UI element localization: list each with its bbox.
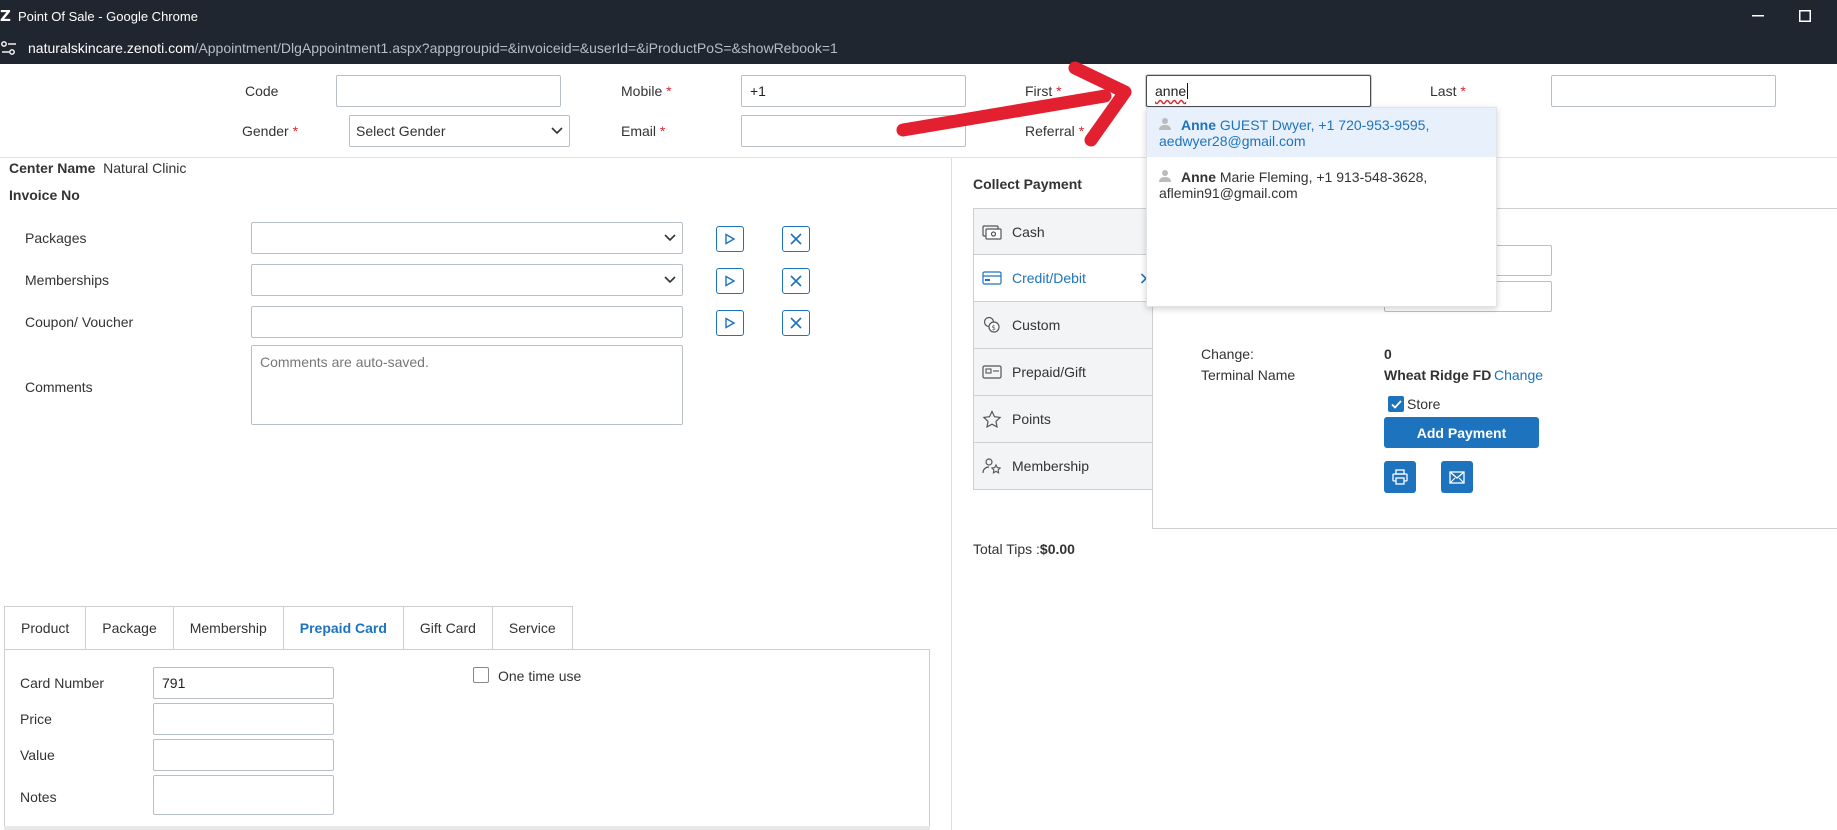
- price-label: Price: [20, 711, 52, 727]
- total-tips: Total Tips :$0.00: [973, 541, 1075, 557]
- coupon-input[interactable]: [251, 306, 683, 338]
- payment-method-credit-debit[interactable]: Credit/Debit: [973, 255, 1153, 302]
- comments-textarea[interactable]: [251, 345, 683, 425]
- check-icon: [1390, 399, 1402, 409]
- last-name-label: Last *: [1430, 83, 1466, 99]
- payment-method-prepaid-gift[interactable]: Prepaid/Gift: [973, 349, 1153, 396]
- email-input[interactable]: [741, 115, 966, 147]
- value-label: Value: [20, 747, 55, 763]
- print-button[interactable]: [1384, 461, 1416, 493]
- tab-prepaid-card[interactable]: Prepaid Card: [282, 606, 403, 650]
- code-label: Code: [245, 83, 279, 99]
- referral-label: Referral *: [1025, 123, 1085, 139]
- change-label: Change:: [1201, 346, 1254, 362]
- terminal-name-label: Terminal Name: [1201, 367, 1296, 383]
- address-bar[interactable]: naturalskincare.zenoti.com/Appointment/D…: [0, 32, 1837, 64]
- person-icon: [1159, 170, 1171, 182]
- notes-input[interactable]: [153, 775, 334, 815]
- coupon-label: Coupon/ Voucher: [25, 314, 134, 330]
- comments-label: Comments: [25, 379, 93, 395]
- credit-card-icon: [982, 271, 1002, 285]
- tab-product[interactable]: Product: [4, 606, 86, 650]
- memberships-select[interactable]: [251, 264, 683, 296]
- center-name: Center Name Natural Clinic: [9, 160, 187, 176]
- first-name-label: First *: [1025, 83, 1062, 99]
- code-input[interactable]: [336, 75, 561, 107]
- packages-select[interactable]: [251, 222, 683, 254]
- card-number-label: Card Number: [20, 675, 105, 691]
- collect-payment-title: Collect Payment: [973, 176, 1082, 192]
- memberships-label: Memberships: [25, 272, 110, 288]
- cash-icon: [982, 225, 1002, 240]
- browser-title-bar: Z Point Of Sale - Google Chrome: [0, 0, 1837, 32]
- prepaid-card-panel: [4, 649, 930, 830]
- apply-membership-play-icon[interactable]: [716, 268, 744, 294]
- tab-gift-card[interactable]: Gift Card: [402, 606, 492, 650]
- card-number-input[interactable]: 791: [153, 667, 334, 699]
- terminal-change-link[interactable]: Change: [1494, 367, 1543, 383]
- panel-scroll-edge: [4, 826, 930, 830]
- tab-service[interactable]: Service: [491, 606, 573, 650]
- form-divider: [0, 157, 1837, 158]
- email-receipt-button[interactable]: [1441, 461, 1473, 493]
- svg-text:$: $: [992, 324, 996, 332]
- person-icon: [1159, 118, 1171, 130]
- custom-payment-icon: $: [983, 316, 1000, 333]
- suggestion-item[interactable]: Anne Marie Fleming, +1 913-548-3628, afl…: [1147, 160, 1496, 209]
- payment-method-points[interactable]: Points: [973, 396, 1153, 443]
- printer-icon: [1392, 469, 1408, 485]
- payment-method-cash[interactable]: Cash: [973, 208, 1153, 255]
- chevron-down-icon: [664, 234, 676, 242]
- price-input[interactable]: [153, 703, 334, 735]
- invoice-no-label: Invoice No: [9, 187, 80, 203]
- notes-label: Notes: [20, 789, 57, 805]
- store-checkbox[interactable]: [1388, 396, 1404, 412]
- minimize-icon[interactable]: [1748, 6, 1768, 26]
- mobile-input[interactable]: +1: [741, 75, 966, 107]
- packages-label: Packages: [25, 230, 87, 246]
- tab-membership[interactable]: Membership: [172, 606, 283, 650]
- first-name-input[interactable]: anne: [1146, 75, 1371, 107]
- mobile-label: Mobile *: [621, 83, 672, 99]
- payment-method-membership[interactable]: Membership: [973, 443, 1153, 490]
- payment-method-list: Cash Credit/Debit $ Custom Prepaid/Gift …: [973, 208, 1153, 490]
- one-time-use-label: One time use: [498, 668, 582, 684]
- one-time-use-checkbox[interactable]: [473, 667, 489, 683]
- chevron-down-icon: [551, 127, 563, 135]
- tab-package[interactable]: Package: [85, 606, 173, 650]
- item-type-tabs: Product Package Membership Prepaid Card …: [4, 606, 573, 650]
- page-url[interactable]: naturalskincare.zenoti.com/Appointment/D…: [28, 40, 838, 56]
- gender-label: Gender *: [242, 123, 299, 139]
- column-divider: [951, 158, 952, 830]
- value-input[interactable]: [153, 739, 334, 771]
- zenoti-logo-icon: Z: [0, 7, 11, 25]
- envelope-icon: [1449, 471, 1465, 484]
- add-payment-button[interactable]: Add Payment: [1384, 417, 1539, 448]
- remove-coupon-close-icon[interactable]: [782, 310, 810, 336]
- email-label: Email *: [621, 123, 666, 139]
- apply-package-play-icon[interactable]: [716, 226, 744, 252]
- apply-coupon-play-icon[interactable]: [716, 310, 744, 336]
- terminal-name-value: Wheat Ridge FD: [1384, 367, 1492, 383]
- gender-select[interactable]: Select Gender: [349, 115, 570, 147]
- membership-icon: [982, 458, 1002, 474]
- last-name-input[interactable]: [1551, 75, 1776, 107]
- maximize-icon[interactable]: [1795, 6, 1815, 26]
- remove-membership-close-icon[interactable]: [782, 268, 810, 294]
- store-label: Store: [1407, 396, 1441, 412]
- change-value: 0: [1384, 346, 1392, 362]
- payment-method-custom[interactable]: $ Custom: [973, 302, 1153, 349]
- site-settings-icon[interactable]: [0, 39, 18, 57]
- guest-suggestions-dropdown: Anne GUEST Dwyer, +1 720-953-9595, aedwy…: [1146, 107, 1497, 307]
- suggestion-item[interactable]: Anne GUEST Dwyer, +1 720-953-9595, aedwy…: [1147, 108, 1496, 157]
- star-icon: [982, 410, 1002, 428]
- remove-package-close-icon[interactable]: [782, 226, 810, 252]
- chevron-down-icon: [664, 276, 676, 284]
- window-title: Point Of Sale - Google Chrome: [18, 8, 198, 24]
- gift-card-icon: [982, 365, 1002, 379]
